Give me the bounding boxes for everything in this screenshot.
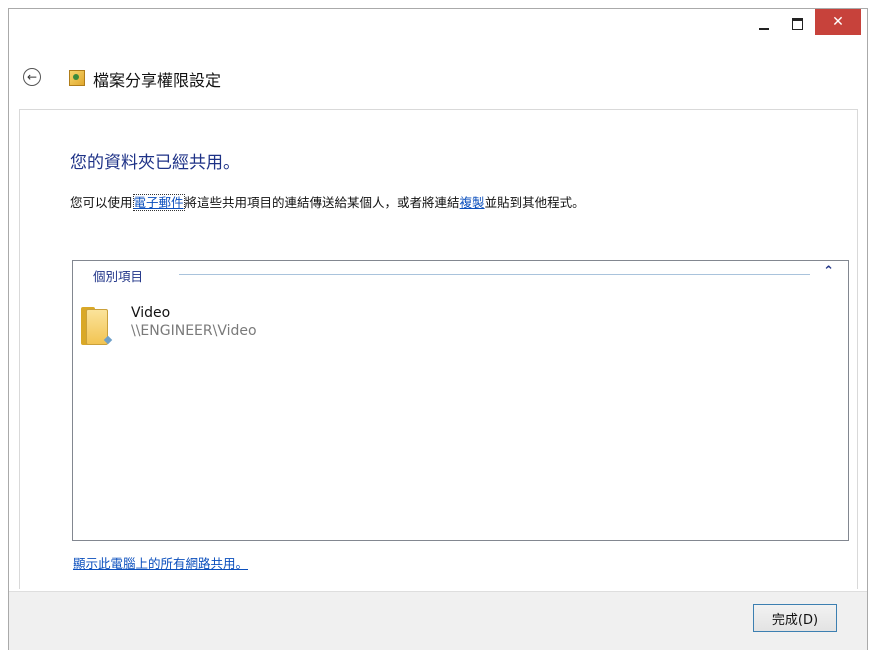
footer-bar: 完成(D)	[9, 591, 867, 650]
close-icon: ✕	[832, 14, 844, 30]
show-all-shares-link[interactable]: 顯示此電腦上的所有網路共用。	[73, 553, 248, 572]
group-header-label: 個別項目	[93, 269, 144, 284]
shared-items-list[interactable]: 個別項目 ⌃ Video \\ENGINEER\Video	[72, 260, 849, 541]
sharing-dialog-window: ✕ ← 檔案分享權限設定 您的資料夾已經共用。 您可以使用電子郵件將這些共用項目…	[8, 8, 868, 650]
description-text-1: 您可以使用	[70, 195, 133, 210]
back-button[interactable]: ←	[23, 68, 41, 86]
minimize-button[interactable]	[751, 9, 777, 39]
group-divider	[179, 274, 810, 275]
title-bar: ✕	[9, 9, 867, 41]
back-arrow-icon: ←	[26, 70, 38, 84]
wizard-header: ← 檔案分享權限設定	[9, 65, 867, 97]
minimize-icon	[759, 28, 769, 30]
item-path: \\ENGINEER\Video	[131, 323, 257, 339]
description-text-3: 並貼到其他程式。	[484, 195, 585, 210]
content-area: 您的資料夾已經共用。 您可以使用電子郵件將這些共用項目的連結傳送給某個人，或者將…	[19, 109, 858, 589]
collapse-group-chevron-icon[interactable]: ⌃	[823, 264, 834, 279]
item-name: Video	[131, 305, 171, 321]
maximize-button[interactable]	[784, 9, 810, 39]
done-button[interactable]: 完成(D)	[753, 604, 837, 632]
sharing-wizard-icon	[69, 70, 85, 86]
share-description: 您可以使用電子郵件將這些共用項目的連結傳送給某個人，或者將連結複製並貼到其他程式…	[70, 192, 585, 211]
wizard-title: 檔案分享權限設定	[93, 71, 222, 90]
maximize-icon	[791, 18, 803, 30]
description-text-2: 將這些共用項目的連結傳送給某個人，或者將連結	[184, 195, 460, 210]
folder-icon	[81, 307, 115, 345]
email-link[interactable]: 電子郵件	[132, 194, 185, 211]
page-heading: 您的資料夾已經共用。	[70, 153, 240, 173]
list-item[interactable]: Video \\ENGINEER\Video	[81, 303, 381, 351]
close-button[interactable]: ✕	[815, 9, 861, 35]
copy-link[interactable]: 複製	[460, 195, 485, 210]
